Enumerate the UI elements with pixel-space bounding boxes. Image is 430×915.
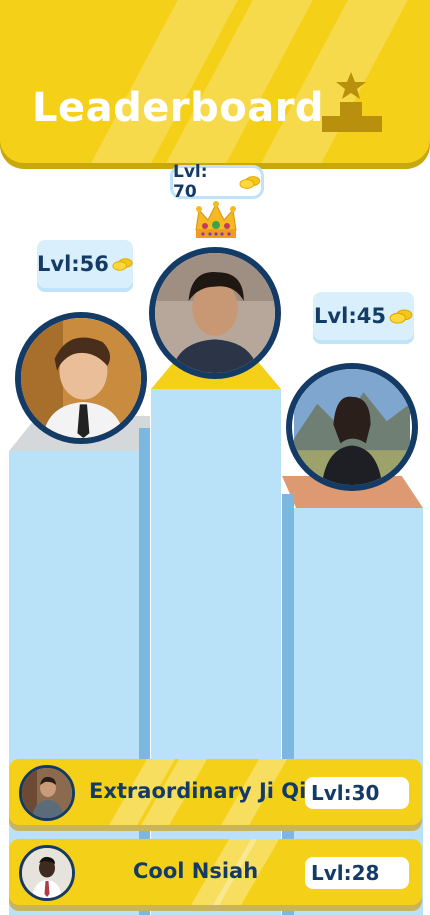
player-level: Lvl:30: [305, 777, 409, 809]
list-item[interactable]: Extraordinary Ji Qi Lvl:30: [9, 759, 422, 825]
podium-second-level: Lvl:56: [37, 240, 133, 288]
coin-icon: [239, 176, 261, 189]
podium-first-avatar[interactable]: [149, 247, 281, 379]
avatar-photo: [294, 369, 410, 485]
podium-first-level: Lvl: 70: [173, 162, 261, 202]
crown-icon: [195, 201, 237, 238]
level-text: Lvl:45: [314, 304, 386, 328]
level-text: Lvl:56: [37, 252, 109, 276]
podium-second-avatar[interactable]: [15, 312, 147, 444]
list-item[interactable]: Cool Nsiah Lvl:28: [9, 839, 422, 905]
avatar-photo: [21, 318, 141, 438]
player-name: Cool Nsiah: [133, 859, 259, 883]
podium-third-avatar[interactable]: [286, 363, 418, 491]
coin-icon: [389, 309, 413, 324]
podium-third-level: Lvl:45: [313, 292, 414, 340]
page-title: Leaderboard: [32, 85, 325, 131]
podium-column-first: [151, 389, 281, 915]
player-name: Extraordinary Ji Qi: [89, 779, 307, 803]
avatar: [19, 765, 75, 821]
player-level: Lvl:28: [305, 857, 409, 889]
podium-icon: [322, 72, 382, 132]
avatar-photo: [155, 253, 275, 373]
level-text: Lvl: 70: [173, 162, 208, 202]
header-banner: Leaderboard: [0, 0, 430, 163]
coin-icon: [112, 258, 133, 271]
avatar: [19, 845, 75, 901]
